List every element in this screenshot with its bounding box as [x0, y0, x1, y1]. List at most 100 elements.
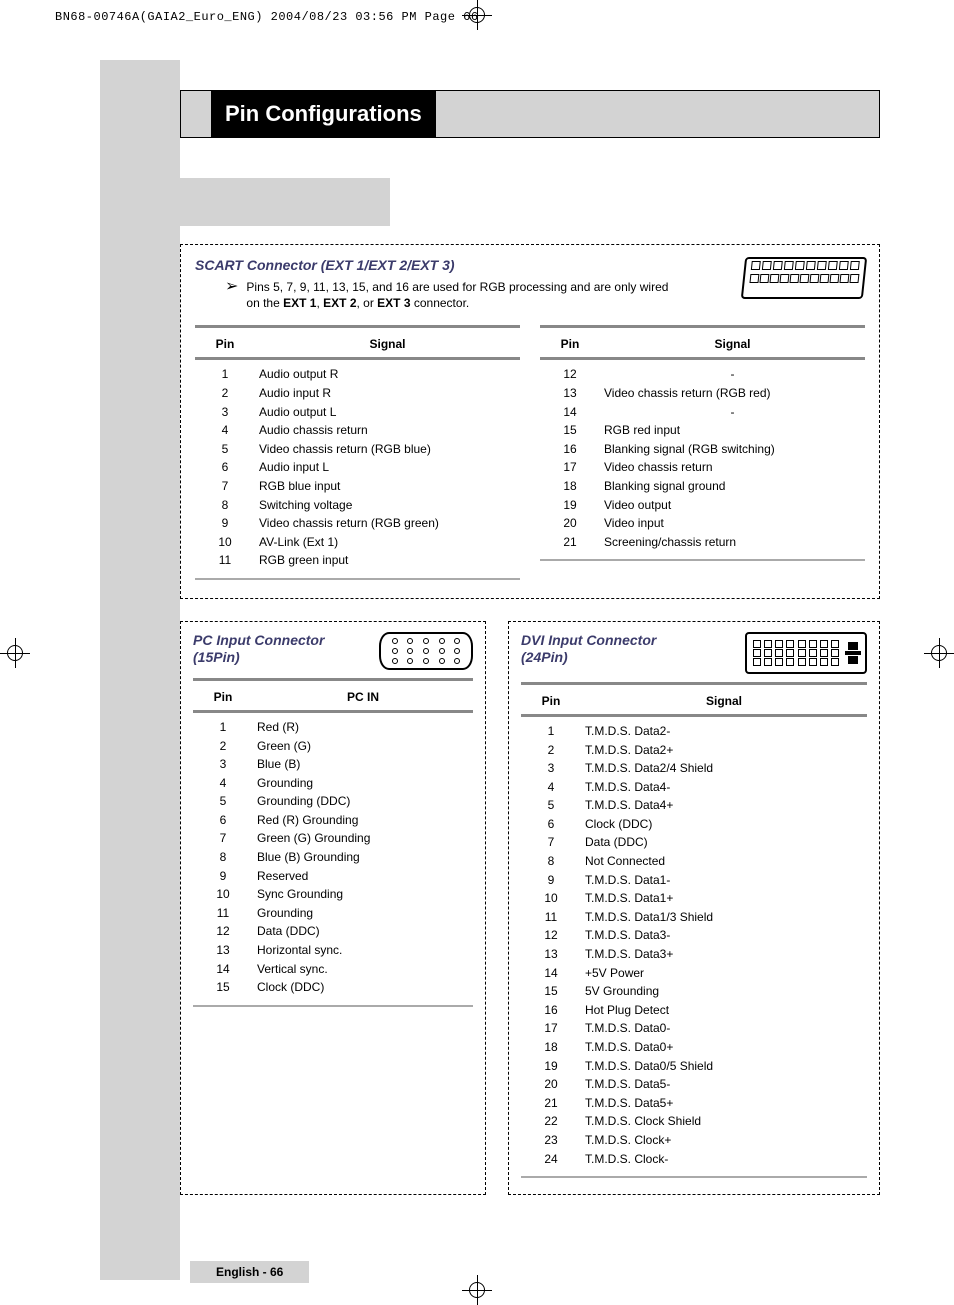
table-row: 20Video input [540, 514, 865, 533]
note-bold: EXT 1 [283, 296, 316, 310]
cell-signal: 5V Grounding [581, 982, 867, 1001]
cell-signal: T.M.D.S. Data3+ [581, 945, 867, 964]
scart-tables: Pin Signal 1Audio output R2Audio input R… [195, 323, 865, 580]
cell-pin: 16 [540, 440, 600, 459]
cell-signal: Data (DDC) [253, 922, 473, 941]
table-row: 9Video chassis return (RGB green) [195, 514, 520, 533]
table-row: 1T.M.D.S. Data2- [521, 722, 867, 741]
cell-pin: 2 [521, 741, 581, 760]
cell-signal: T.M.D.S. Data3- [581, 926, 867, 945]
cell-pin: 3 [521, 759, 581, 778]
cell-pin: 21 [540, 533, 600, 552]
cell-pin: 7 [521, 833, 581, 852]
table-header: Pin Signal [521, 690, 867, 712]
cell-pin: 18 [521, 1038, 581, 1057]
cell-signal: Grounding [253, 904, 473, 923]
page-title: Pin Configurations [211, 91, 436, 137]
cell-pin: 5 [193, 792, 253, 811]
cell-pin: 12 [540, 365, 600, 384]
table-row: 14+5V Power [521, 964, 867, 983]
table-row: 23T.M.D.S. Clock+ [521, 1131, 867, 1150]
col-signal: Signal [255, 337, 520, 351]
col-signal: Signal [600, 337, 865, 351]
table-row: 5Video chassis return (RGB blue) [195, 440, 520, 459]
cell-signal: Switching voltage [255, 496, 520, 515]
cell-pin: 11 [195, 551, 255, 570]
col-pin: Pin [193, 690, 253, 704]
cell-signal: Audio input L [255, 458, 520, 477]
col-pin: Pin [540, 337, 600, 351]
table-row: 7Data (DDC) [521, 833, 867, 852]
title-bar: Pin Configurations [180, 90, 880, 138]
table-row: 10Sync Grounding [193, 885, 473, 904]
cell-pin: 15 [540, 421, 600, 440]
cell-signal: Audio output R [255, 365, 520, 384]
cell-signal: Hot Plug Detect [581, 1001, 867, 1020]
cell-signal: Video chassis return (RGB red) [600, 384, 865, 403]
table-row: 3Blue (B) [193, 755, 473, 774]
dvi-heading: DVI Input Connector(24Pin) [521, 632, 656, 666]
cell-signal: Video input [600, 514, 865, 533]
table-row: 13T.M.D.S. Data3+ [521, 945, 867, 964]
dvi-section: DVI Input Connector(24Pin) Pin Signa [508, 621, 880, 1195]
cell-signal: T.M.D.S. Data2- [581, 722, 867, 741]
table-row: 8Blue (B) Grounding [193, 848, 473, 867]
table-row: 8Not Connected [521, 852, 867, 871]
cell-pin: 18 [540, 477, 600, 496]
gray-strip [180, 178, 390, 226]
cell-pin: 22 [521, 1112, 581, 1131]
table-row: 155V Grounding [521, 982, 867, 1001]
cell-pin: 5 [521, 796, 581, 815]
registration-mark-bottom-icon [462, 1275, 492, 1305]
cell-pin: 11 [193, 904, 253, 923]
table-body: 1Audio output R2Audio input R3Audio outp… [195, 365, 520, 570]
cell-signal: T.M.D.S. Data1- [581, 871, 867, 890]
table-row: 15Clock (DDC) [193, 978, 473, 997]
cell-signal: T.M.D.S. Data0- [581, 1019, 867, 1038]
cell-signal: Blanking signal ground [600, 477, 865, 496]
cell-pin: 19 [540, 496, 600, 515]
cell-signal: RGB red input [600, 421, 865, 440]
cell-signal: Audio output L [255, 403, 520, 422]
note-part: , or [357, 296, 378, 310]
cell-signal: RGB blue input [255, 477, 520, 496]
cell-pin: 13 [521, 945, 581, 964]
cell-signal: Reserved [253, 867, 473, 886]
col-pin: Pin [521, 694, 581, 708]
cell-pin: 14 [540, 403, 600, 422]
cell-signal: Green (G) Grounding [253, 829, 473, 848]
cell-signal: Grounding (DDC) [253, 792, 473, 811]
lower-sections: PC Input Connector(15Pin) Pin PC IN 1Red… [180, 621, 880, 1195]
cell-signal: Horizontal sync. [253, 941, 473, 960]
cell-signal: Video output [600, 496, 865, 515]
cell-signal: - [600, 365, 865, 384]
table-header: Pin Signal [540, 333, 865, 355]
cell-pin: 17 [540, 458, 600, 477]
cell-signal: +5V Power [581, 964, 867, 983]
cell-signal: T.M.D.S. Clock- [581, 1150, 867, 1169]
table-row: 1Audio output R [195, 365, 520, 384]
page-footer: English - 66 [190, 1261, 309, 1283]
note-bold: EXT 2 [323, 296, 356, 310]
cell-signal: T.M.D.S. Data5- [581, 1075, 867, 1094]
scart-table-left: Pin Signal 1Audio output R2Audio input R… [195, 323, 520, 580]
cell-pin: 2 [193, 737, 253, 756]
cell-pin: 5 [195, 440, 255, 459]
table-row: 6Clock (DDC) [521, 815, 867, 834]
table-row: 11RGB green input [195, 551, 520, 570]
cell-pin: 8 [193, 848, 253, 867]
table-body: 1T.M.D.S. Data2-2T.M.D.S. Data2+3T.M.D.S… [521, 722, 867, 1168]
note-part: connector. [411, 296, 470, 310]
scart-section: SCART Connector (EXT 1/EXT 2/EXT 3) ➢ Pi… [180, 244, 880, 599]
cell-signal: Audio chassis return [255, 421, 520, 440]
cell-pin: 20 [540, 514, 600, 533]
cell-signal: T.M.D.S. Data4+ [581, 796, 867, 815]
cell-signal: Video chassis return [600, 458, 865, 477]
table-row: 7Green (G) Grounding [193, 829, 473, 848]
scart-connector-icon [741, 257, 867, 299]
table-header: Pin PC IN [193, 686, 473, 708]
col-signal: Signal [581, 694, 867, 708]
cell-signal: Grounding [253, 774, 473, 793]
table-row: 18T.M.D.S. Data0+ [521, 1038, 867, 1057]
pc-section: PC Input Connector(15Pin) Pin PC IN 1Red… [180, 621, 486, 1195]
